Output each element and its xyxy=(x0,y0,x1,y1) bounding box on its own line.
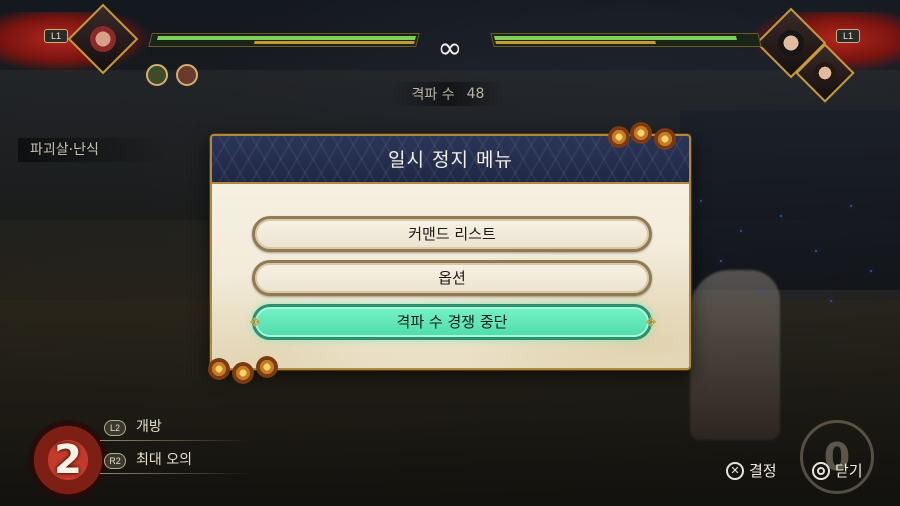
close-prompt-label: 닫기 xyxy=(835,462,863,480)
awaken-skill-label: 개방 xyxy=(136,419,162,435)
close-prompt[interactable]: 닫기 xyxy=(812,460,863,481)
defeat-counter: 격파 수 48 xyxy=(392,82,504,106)
p2-partner-face xyxy=(814,62,836,84)
flower-icon xyxy=(608,126,630,148)
confirm-prompt-label: 결정 xyxy=(749,462,777,480)
skill-divider xyxy=(100,473,250,474)
defeat-counter-value: 48 xyxy=(466,86,485,102)
quit-challenge-button[interactable]: 격파 수 경쟁 중단 xyxy=(252,304,652,340)
selector-right-icon: ❖ xyxy=(644,315,658,331)
timer-infinity: ∞ xyxy=(437,31,463,66)
r2-button-icon: R2 xyxy=(104,453,126,469)
cross-button-icon: ✕ xyxy=(726,461,744,480)
p2-skill-gauge-value: 0 xyxy=(823,435,851,479)
p2-guard-fill xyxy=(495,41,656,44)
circle-button-icon xyxy=(812,461,830,480)
support-icon xyxy=(146,64,168,86)
p1-health-bar xyxy=(148,33,420,47)
flower-icon xyxy=(654,128,676,150)
item-icon xyxy=(176,64,198,86)
flower-icon xyxy=(256,356,278,378)
p2-face xyxy=(778,30,804,56)
l2-button-icon: L2 xyxy=(104,420,126,436)
p1-guard-fill xyxy=(254,41,415,44)
p1-face xyxy=(90,26,116,52)
p2-health-bar xyxy=(490,33,762,47)
active-skill-name: 파괴살·난식 xyxy=(18,138,168,162)
top-hud: L1 L1 ∞ 격파 수 48 xyxy=(0,0,900,110)
p1-switch-button-icon: L1 xyxy=(44,29,68,43)
flower-icon xyxy=(630,122,652,144)
p2-switch-button-icon: L1 xyxy=(836,29,860,43)
flower-icon xyxy=(232,362,254,384)
command-list-button[interactable]: 커맨드 리스트 xyxy=(252,216,652,252)
flower-icon xyxy=(208,358,230,380)
pause-menu-dialog: 일시 정지 메뉴 커맨드 리스트 옵션 격파 수 경쟁 중단 ❖ ❖ xyxy=(210,134,691,370)
p2-health-fill xyxy=(494,36,738,40)
p1-health-fill xyxy=(156,36,416,40)
confirm-prompt[interactable]: ✕ 결정 xyxy=(726,460,777,481)
skill-divider xyxy=(100,440,250,441)
ultimate-skill-label: 최대 오의 xyxy=(136,452,192,468)
options-button[interactable]: 옵션 xyxy=(252,260,652,296)
skill-gauge-value: 2 xyxy=(54,437,82,483)
selector-left-icon: ❖ xyxy=(248,315,262,331)
defeat-counter-label: 격파 수 xyxy=(411,87,455,103)
